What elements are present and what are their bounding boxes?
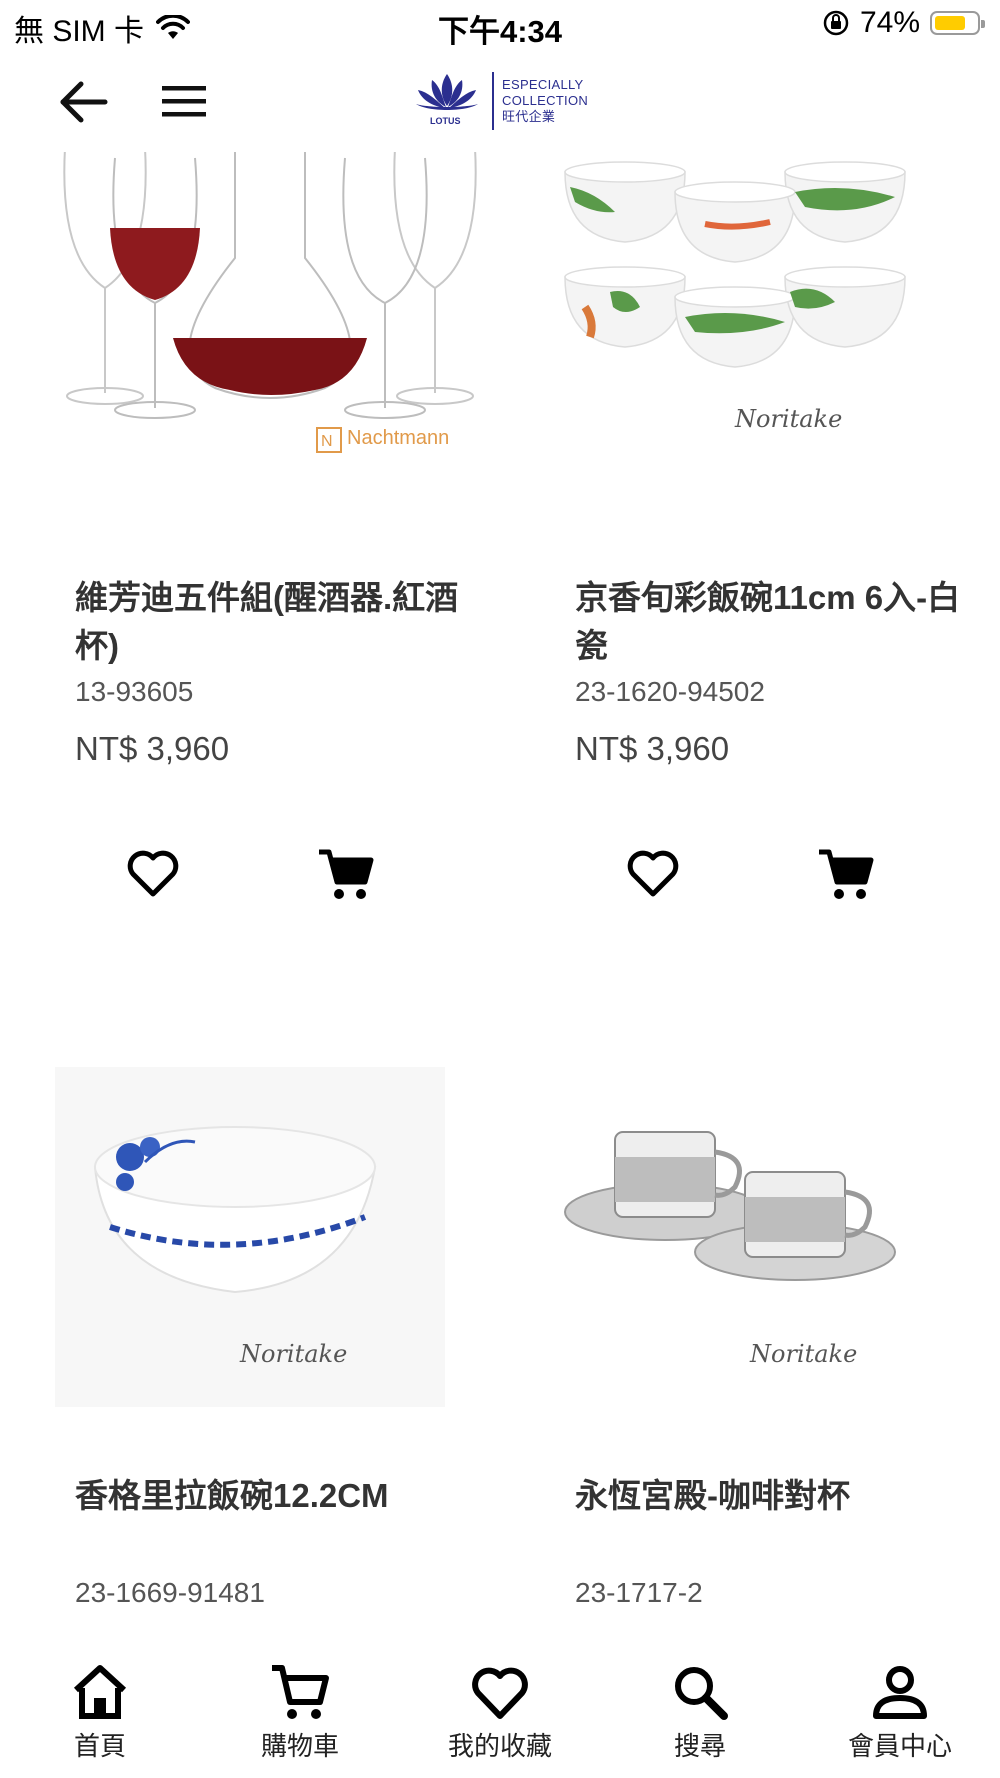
back-arrow-icon[interactable] [55, 76, 111, 128]
battery-percent: 74% [859, 6, 920, 39]
nav-member[interactable]: 會員中心 [800, 1660, 1000, 1778]
cart-icon [272, 1665, 329, 1719]
product-code: 23-1717-2 [575, 1577, 703, 1608]
coffee-cups-image: Noritake [564, 1131, 896, 1368]
nav-label: 會員中心 [847, 1731, 952, 1761]
nav-home[interactable]: 首頁 [0, 1660, 200, 1778]
brand-logo-text: Noritake [749, 1340, 857, 1368]
status-bar: 無 SIM 卡 下午4:34 74% [0, 0, 1000, 52]
brand-logo-text: Noritake [239, 1340, 347, 1368]
bottom-navigation: 首頁 購物車 我的收藏 搜尋 會員中心 [0, 1660, 1000, 1778]
wine-set-image: N Nachtmann [63, 138, 477, 453]
nav-search[interactable]: 搜尋 [600, 1660, 800, 1778]
product-name[interactable]: 香格里拉飯碗12.2CM [75, 1472, 485, 1520]
nav-label: 購物車 [260, 1731, 339, 1761]
person-icon [873, 1666, 927, 1719]
nav-label: 搜尋 [673, 1731, 726, 1761]
logo-line-1: ESPECIALLY [502, 77, 584, 92]
logo-text: ESPECIALLY COLLECTION 旺代企業 [502, 77, 588, 125]
logo-line-2: COLLECTION [502, 93, 589, 108]
product-price: NT$ 3,960 [75, 730, 230, 767]
logo-brand-text: LOTUS [430, 116, 461, 126]
svg-text:N: N [321, 433, 333, 450]
product-image[interactable]: Noritake [555, 142, 995, 482]
brand-logo-text: Noritake [734, 405, 842, 433]
bowl-set-image: Noritake [564, 161, 906, 433]
favorite-heart-icon[interactable] [123, 844, 183, 904]
product-image[interactable]: N Nachtmann [55, 138, 495, 478]
logo-line-3: 旺代企業 [502, 109, 556, 124]
add-to-cart-icon[interactable] [815, 844, 875, 904]
menu-icon[interactable] [160, 78, 208, 126]
product-code: 23-1669-91481 [75, 1577, 265, 1608]
nav-label: 我的收藏 [447, 1731, 552, 1761]
product-price: NT$ 3,960 [575, 730, 730, 767]
add-to-cart-icon[interactable] [315, 844, 375, 904]
favorite-heart-icon[interactable] [623, 844, 683, 904]
product-name[interactable]: 永恆宮殿-咖啡對杯 [575, 1472, 985, 1520]
logo-divider [492, 72, 494, 130]
battery-icon [930, 11, 985, 35]
nav-label: 首頁 [73, 1731, 126, 1761]
battery-level [935, 16, 965, 30]
brand-logo[interactable]: LOTUS ESPECIALLY COLLECTION 旺代企業 [412, 70, 588, 132]
nav-cart[interactable]: 購物車 [200, 1660, 400, 1778]
product-name[interactable]: 維芳迪五件組(醒酒器.紅酒杯) [75, 574, 485, 670]
orientation-lock-icon [823, 10, 849, 36]
heart-icon [472, 1667, 528, 1719]
home-icon [73, 1665, 127, 1719]
nav-favorites[interactable]: 我的收藏 [400, 1660, 600, 1778]
search-icon [675, 1667, 728, 1720]
product-code: 23-1620-94502 [575, 676, 765, 707]
product-code: 13-93605 [75, 676, 194, 707]
product-name[interactable]: 京香旬彩飯碗11cm 6入-白瓷 [575, 574, 985, 670]
product-image[interactable]: Noritake [55, 1067, 495, 1407]
blue-bowl-image: Noritake [55, 1067, 445, 1407]
status-right: 74% [822, 6, 985, 40]
product-image[interactable]: Noritake [555, 1067, 995, 1407]
app-header: LOTUS ESPECIALLY COLLECTION 旺代企業 [0, 52, 1000, 152]
brand-logo-text: Nachtmann [347, 427, 449, 449]
lotus-flower-icon: LOTUS [412, 70, 488, 132]
